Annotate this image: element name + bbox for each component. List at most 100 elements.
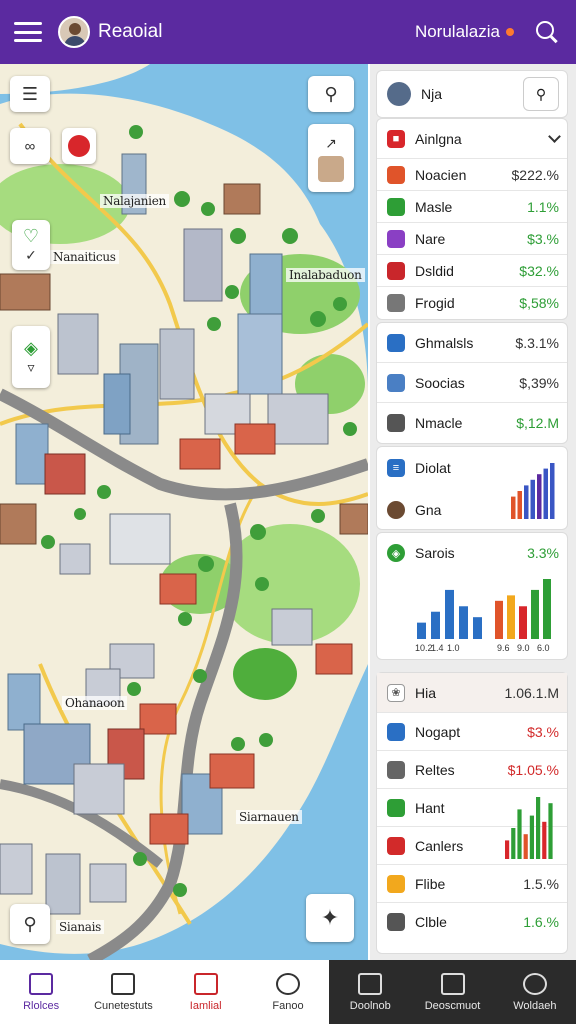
nav-item[interactable]: Woldaeh bbox=[493, 960, 576, 1024]
chart-bar bbox=[417, 622, 426, 639]
avatar[interactable] bbox=[58, 16, 90, 48]
item-value: $1.05.% bbox=[507, 761, 559, 778]
list-item[interactable]: Ghmalsls $.3.1% bbox=[377, 323, 567, 363]
item-label: Nare bbox=[415, 230, 446, 247]
list-icon: ☰ bbox=[21, 83, 39, 104]
chart-bar bbox=[531, 589, 539, 639]
section-header[interactable]: ■ Ainlgna bbox=[377, 119, 567, 159]
nav-label: Woldaeh bbox=[513, 999, 557, 1012]
list-item[interactable]: ◈ Sarois 3.3% bbox=[377, 533, 567, 573]
check-icon: ✓ bbox=[25, 247, 37, 263]
item-label: Nmacle bbox=[415, 415, 463, 431]
mini-bar-chart bbox=[511, 463, 555, 519]
panel-header: Nja ⚲ bbox=[376, 70, 568, 118]
compass-button[interactable]: ✦ bbox=[306, 894, 354, 942]
map-canvas[interactable] bbox=[0, 64, 368, 960]
search-icon[interactable] bbox=[534, 19, 560, 45]
item-label: Hant bbox=[415, 799, 445, 816]
item-label: Ghmalsls bbox=[415, 334, 474, 351]
zoom-control[interactable]: ◈ ▿ bbox=[12, 326, 50, 388]
brand-icon bbox=[68, 135, 90, 157]
city-map[interactable]: Nalajanien Nanaiticus Inalabaduon Ohanao… bbox=[0, 64, 368, 960]
nav-item[interactable]: Doolnob bbox=[329, 960, 412, 1024]
tick-label: 6.0 bbox=[537, 643, 550, 653]
menu-icon[interactable] bbox=[14, 22, 42, 42]
list-item[interactable]: Nmacle $,12.M bbox=[377, 403, 567, 443]
compass-icon: ✦ bbox=[320, 905, 340, 930]
nav-item[interactable]: Deoscmuot bbox=[411, 960, 494, 1024]
item-value: $32.% bbox=[519, 262, 559, 279]
pin-icon: ⚲ bbox=[23, 913, 37, 934]
item-value: $3.% bbox=[527, 230, 559, 247]
doc-icon bbox=[387, 760, 405, 779]
item-value: 1.1% bbox=[527, 198, 559, 215]
list-item[interactable]: Noacien $222.% bbox=[377, 159, 567, 191]
lower-card: ❀ Hia 1.06.1.M Nogapt $3.% Reltes $1.05.% Ha… bbox=[376, 672, 568, 954]
home-icon bbox=[29, 972, 54, 995]
list-item[interactable]: Flibe 1.5.% bbox=[377, 865, 567, 903]
item-label: Diolat bbox=[415, 460, 451, 476]
list-item[interactable]: Frogid $,58% bbox=[377, 287, 567, 319]
chart-bar bbox=[519, 606, 527, 639]
box-icon bbox=[387, 294, 405, 312]
stack-icon: ≡ bbox=[387, 459, 405, 477]
route-button[interactable]: ∞ bbox=[10, 128, 50, 164]
map-search-button[interactable]: ⚲ bbox=[308, 76, 354, 112]
avatar[interactable] bbox=[387, 82, 411, 106]
nav-item[interactable]: Rlolces bbox=[0, 960, 83, 1024]
nav-label: Doolnob bbox=[349, 999, 391, 1012]
item-value: $222.% bbox=[511, 166, 559, 183]
nav-item[interactable]: Iamlial bbox=[164, 960, 247, 1024]
list-item[interactable]: Dsldid $32.% bbox=[377, 255, 567, 287]
street-view-button[interactable]: ↗ bbox=[308, 124, 354, 192]
item-label: Hia bbox=[415, 684, 437, 701]
item-value: $,58% bbox=[519, 295, 559, 311]
item-label: Noacien bbox=[415, 166, 467, 183]
chevron-down-icon[interactable] bbox=[548, 130, 561, 143]
item-label: Dsldid bbox=[415, 262, 454, 279]
chart-bar bbox=[459, 606, 468, 639]
item-label: Clble bbox=[415, 914, 447, 930]
chart-bar bbox=[542, 821, 547, 859]
chart-bar bbox=[524, 485, 529, 519]
item-value: $.3.1% bbox=[515, 334, 559, 351]
panel-search-button[interactable]: ⚲ bbox=[523, 77, 559, 111]
house-icon bbox=[440, 972, 465, 995]
chart-bar bbox=[517, 809, 522, 859]
search-icon: ⚲ bbox=[324, 83, 338, 104]
chart-bar bbox=[431, 611, 440, 639]
item-label: Flibe bbox=[415, 875, 446, 892]
list-item[interactable]: Reltes $1.05.% bbox=[377, 751, 567, 789]
nav-item[interactable]: Cunetestuts bbox=[82, 960, 165, 1024]
chart-bar bbox=[517, 491, 522, 519]
favorites-button[interactable]: ♡ ✓ bbox=[12, 220, 50, 270]
app-title: Reaoial bbox=[98, 21, 163, 42]
tick-label: 1.0 bbox=[447, 643, 460, 653]
item-value: 1.06.1.M bbox=[504, 684, 559, 701]
list-item[interactable]: Masle 1.1% bbox=[377, 191, 567, 223]
layers-button[interactable]: ☰ bbox=[10, 76, 50, 112]
location-button[interactable]: ⚲ bbox=[10, 904, 50, 944]
heart-icon: ♡ bbox=[22, 226, 40, 246]
list-item[interactable]: Nare $3.% bbox=[377, 223, 567, 255]
chart-bar bbox=[523, 834, 528, 859]
list-item[interactable]: Clble 1.6.% bbox=[377, 903, 567, 941]
list-item[interactable]: Nogapt $3.% bbox=[377, 713, 567, 751]
ring-icon bbox=[387, 836, 405, 855]
cloud-icon bbox=[387, 414, 405, 432]
figure-icon: ❀ bbox=[387, 683, 405, 702]
nav-item[interactable]: Fanoo bbox=[246, 960, 330, 1024]
item-value: $,12.M bbox=[516, 415, 559, 431]
item-value: 1.5.% bbox=[523, 875, 559, 892]
list-item[interactable]: Soocias $,39% bbox=[377, 363, 567, 403]
list-item[interactable]: ❀ Hia 1.06.1.M bbox=[377, 673, 567, 713]
brand-button[interactable] bbox=[62, 128, 96, 164]
shield-icon bbox=[358, 972, 383, 995]
brand-icon: ■ bbox=[387, 129, 405, 148]
insights-panel: Nja ⚲ ■ Ainlgna Noacien $222.% Masle 1.1% Na… bbox=[370, 64, 576, 960]
leaf-icon: ◈ bbox=[24, 338, 38, 358]
user-name[interactable]: Norulalazia bbox=[415, 22, 500, 42]
bottom-navigation: Rlolces Cunetestuts Iamlial Fanoo Doolnob Deo… bbox=[0, 960, 576, 1024]
tick-label: 1.4 bbox=[431, 643, 444, 653]
globe-icon bbox=[387, 333, 405, 352]
